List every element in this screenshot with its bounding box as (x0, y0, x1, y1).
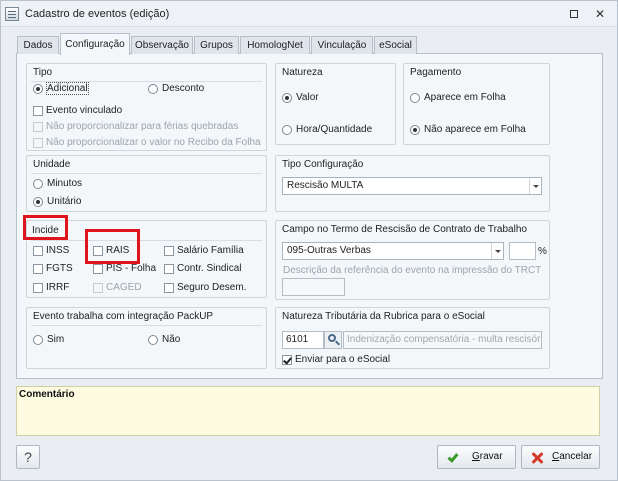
label-adicional[interactable]: Adicional (46, 82, 89, 95)
save-button-label: Gravar (472, 451, 503, 462)
tab-observacao[interactable]: Observação (131, 36, 193, 54)
label-salario-familia[interactable]: Salário Família (177, 245, 244, 256)
radio-nao-aparece-em-folha[interactable] (410, 125, 420, 135)
label-desconto[interactable]: Desconto (162, 83, 204, 94)
close-icon (530, 451, 544, 465)
trct-descricao-input[interactable] (282, 278, 345, 296)
group-esocial: Natureza Tributária da Rubrica para o eS… (275, 307, 550, 369)
help-button[interactable]: ? (16, 445, 40, 469)
group-packup: Evento trabalha com integração PackUP Si… (26, 307, 267, 369)
chevron-down-icon[interactable] (529, 178, 541, 194)
chevron-down-icon[interactable] (491, 243, 503, 259)
label-hora-quantidade[interactable]: Hora/Quantidade (296, 124, 372, 135)
group-esocial-title: Natureza Tributária da Rubrica para o eS… (282, 311, 485, 322)
label-unitario[interactable]: Unitário (47, 196, 81, 207)
group-packup-title: Evento trabalha com integração PackUP (33, 311, 214, 322)
group-tipo-configuracao-title: Tipo Configuração (282, 159, 364, 170)
comment-area[interactable]: Comentário (16, 386, 600, 436)
restore-icon[interactable] (567, 7, 581, 21)
cancel-button-label: Cancelar (552, 451, 593, 462)
radio-hora-quantidade[interactable] (282, 125, 292, 135)
tab-dados[interactable]: Dados (17, 36, 59, 54)
label-minutos[interactable]: Minutos (47, 178, 82, 189)
label-seguro-desem[interactable]: Seguro Desem. (177, 282, 246, 293)
label-evento-vinculado[interactable]: Evento vinculado (46, 105, 122, 116)
title-bar: Cadastro de eventos (edição) ✕ (1, 1, 617, 27)
group-tipo-title: Tipo (33, 67, 53, 78)
search-icon[interactable] (324, 331, 342, 349)
trct-descricao-label: Descrição da referência do evento na imp… (283, 265, 542, 276)
checkbox-pis-folha[interactable] (93, 264, 103, 274)
group-pagamento: Pagamento Aparece em Folha Não aparece e… (403, 63, 550, 145)
checkbox-fgts[interactable] (33, 264, 43, 274)
checkbox-caged[interactable] (93, 283, 103, 293)
radio-unitario[interactable] (33, 197, 43, 207)
label-fgts[interactable]: FGTS (46, 263, 73, 274)
group-natureza-title: Natureza (282, 67, 323, 78)
esocial-description-input[interactable]: Indenização compensatória - multa rescis… (343, 331, 542, 349)
check-icon (447, 451, 459, 463)
label-pis-folha[interactable]: PIS - Folha (106, 263, 156, 274)
checkbox-nao-prop-ferias[interactable] (33, 122, 43, 132)
tipo-configuracao-select[interactable]: Rescisão MULTA (282, 177, 542, 195)
group-pagamento-title: Pagamento (410, 67, 462, 78)
percent-symbol: % (538, 246, 547, 257)
label-contr-sindical[interactable]: Contr. Sindical (177, 263, 241, 274)
checkbox-salario-familia[interactable] (164, 246, 174, 256)
save-button[interactable]: Gravar (437, 445, 516, 469)
group-trct: Campo no Termo de Rescisão de Contrato d… (275, 220, 550, 300)
label-nao-prop-recibo[interactable]: Não proporcionalizar o valor no Recibo d… (46, 137, 261, 148)
checkbox-evento-vinculado[interactable] (33, 106, 43, 116)
radio-nao[interactable] (148, 335, 158, 345)
radio-sim[interactable] (33, 335, 43, 345)
window-title: Cadastro de eventos (edição) (25, 8, 170, 20)
close-icon[interactable]: ✕ (593, 7, 607, 21)
tab-grupos[interactable]: Grupos (194, 36, 239, 54)
checkbox-inss[interactable] (33, 246, 43, 256)
radio-desconto[interactable] (148, 84, 158, 94)
highlight-box-rais (85, 229, 140, 264)
group-trct-title: Campo no Termo de Rescisão de Contrato d… (282, 224, 527, 235)
radio-valor[interactable] (282, 93, 292, 103)
form-icon (5, 7, 19, 21)
trct-percent-input[interactable] (509, 242, 536, 260)
radio-adicional[interactable] (33, 84, 43, 94)
trct-campo-value: 095-Outras Verbas (287, 245, 371, 256)
group-natureza: Natureza Valor Hora/Quantidade (275, 63, 396, 145)
checkbox-irrf[interactable] (33, 283, 43, 293)
label-aparece-em-folha[interactable]: Aparece em Folha (424, 92, 506, 103)
esocial-code-input[interactable]: 6101 (282, 331, 324, 349)
group-unidade: Unidade Minutos Unitário (26, 155, 267, 212)
trct-campo-select[interactable]: 095-Outras Verbas (282, 242, 504, 260)
comment-label: Comentário (19, 389, 75, 400)
checkbox-enviar-esocial[interactable] (282, 355, 292, 365)
help-icon: ? (24, 449, 32, 465)
group-tipo: Tipo Adicional Desconto Evento vinculado… (26, 63, 267, 151)
label-valor[interactable]: Valor (296, 92, 319, 103)
label-caged[interactable]: CAGED (106, 282, 142, 293)
radio-aparece-em-folha[interactable] (410, 93, 420, 103)
label-nao[interactable]: Não (162, 334, 180, 345)
tab-configuracao[interactable]: Configuração (60, 33, 130, 55)
tab-homolognet[interactable]: HomologNet (240, 36, 310, 54)
label-sim[interactable]: Sim (47, 334, 64, 345)
label-inss[interactable]: INSS (46, 245, 69, 256)
label-nao-prop-ferias[interactable]: Não proporcionalizar para férias quebrad… (46, 121, 238, 132)
group-unidade-title: Unidade (33, 159, 71, 170)
label-irrf[interactable]: IRRF (46, 282, 69, 293)
highlight-box-incide (23, 215, 68, 240)
checkbox-contr-sindical[interactable] (164, 264, 174, 274)
checkbox-nao-prop-recibo[interactable] (33, 138, 43, 148)
label-nao-aparece-em-folha[interactable]: Não aparece em Folha (424, 124, 526, 135)
tab-vinculacao[interactable]: Vinculação (311, 36, 373, 54)
dialog-window: Cadastro de eventos (edição) ✕ Dados Con… (0, 0, 618, 481)
tipo-configuracao-value: Rescisão MULTA (287, 180, 364, 191)
cancel-button[interactable]: Cancelar (521, 445, 600, 469)
radio-minutos[interactable] (33, 179, 43, 189)
tab-esocial[interactable]: eSocial (374, 36, 417, 54)
group-tipo-configuracao: Tipo Configuração Rescisão MULTA (275, 155, 550, 212)
checkbox-seguro-desem[interactable] (164, 283, 174, 293)
label-enviar-esocial[interactable]: Enviar para o eSocial (295, 354, 390, 365)
